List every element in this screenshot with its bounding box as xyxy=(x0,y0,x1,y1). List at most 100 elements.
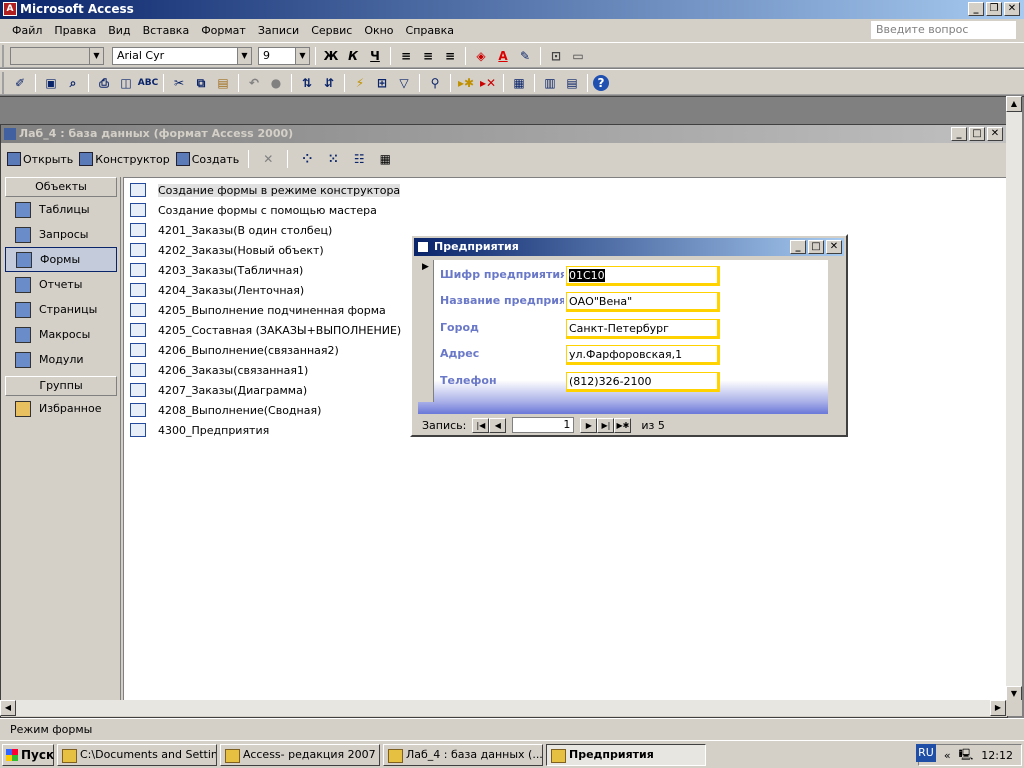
last-record-icon[interactable]: ▶| xyxy=(597,417,615,433)
bold-icon[interactable]: Ж xyxy=(321,46,341,66)
underline-icon[interactable]: Ч xyxy=(365,46,385,66)
object-queries[interactable]: Запросы xyxy=(5,222,120,247)
menu-edit[interactable]: Правка xyxy=(48,24,102,37)
close-icon[interactable]: ✕ xyxy=(1004,2,1020,16)
field-name-input[interactable]: ОАО"Вена" xyxy=(566,292,720,312)
ask-question-input[interactable]: Введите вопрос xyxy=(871,21,1016,39)
close-icon[interactable]: ✕ xyxy=(826,240,842,254)
record-number-input[interactable]: 1 xyxy=(512,417,575,433)
object-modules[interactable]: Модули xyxy=(5,347,120,372)
insert-object-icon[interactable]: ● xyxy=(266,73,286,93)
align-left-icon[interactable]: ≡ xyxy=(396,46,416,66)
scroll-up-icon[interactable]: ▲ xyxy=(1006,96,1022,112)
filter-by-selection-icon[interactable]: ⚡ xyxy=(350,73,370,93)
minimize-icon[interactable]: _ xyxy=(951,127,967,141)
menu-file[interactable]: Файл xyxy=(6,24,48,37)
save-icon[interactable]: ▣ xyxy=(41,73,61,93)
align-center-icon[interactable]: ≡ xyxy=(418,46,438,66)
list-view-icon[interactable]: ☷ xyxy=(349,149,369,169)
network-icon[interactable]: 🖳 xyxy=(959,746,974,765)
small-icons-icon[interactable]: ⁙ xyxy=(323,149,343,169)
field-code-input[interactable]: 01С10 xyxy=(566,266,720,286)
tray-expand-icon[interactable]: « xyxy=(944,749,951,762)
menu-window[interactable]: Окно xyxy=(358,24,399,37)
details-view-icon[interactable]: ▦ xyxy=(375,149,395,169)
cut-icon[interactable]: ✂ xyxy=(169,73,189,93)
task-form[interactable]: Предприятия xyxy=(546,743,706,766)
list-item[interactable]: Создание формы с помощью мастера xyxy=(124,200,1006,220)
object-pages[interactable]: Страницы xyxy=(5,297,120,322)
list-item[interactable]: Создание формы в режиме конструктора xyxy=(124,180,1006,200)
field-phone-input[interactable]: (812)326-2100 xyxy=(566,372,720,392)
large-icons-icon[interactable]: ⁘ xyxy=(297,149,317,169)
print-icon[interactable]: ⎙ xyxy=(94,73,114,93)
spelling-icon[interactable]: ABC xyxy=(138,73,158,93)
design-button[interactable]: Конструктор xyxy=(79,152,170,166)
border-icon[interactable]: ⊡ xyxy=(546,46,566,66)
menu-view[interactable]: Вид xyxy=(102,24,136,37)
groups-header[interactable]: Группы xyxy=(5,376,117,396)
new-record-nav-icon[interactable]: ▶✱ xyxy=(614,417,632,433)
object-macros[interactable]: Макросы xyxy=(5,322,120,347)
access-icon[interactable]: A xyxy=(3,2,17,16)
menu-tools[interactable]: Сервис xyxy=(305,24,358,37)
help-icon[interactable]: ? xyxy=(593,75,609,91)
font-combo[interactable]: Arial Cyr ▼ xyxy=(112,47,252,65)
prev-record-icon[interactable]: ◀ xyxy=(489,417,507,433)
group-favorites[interactable]: Избранное xyxy=(5,396,120,421)
vertical-scrollbar[interactable]: ▲ ▼ xyxy=(1006,96,1022,702)
maximize-icon[interactable]: □ xyxy=(969,127,985,141)
maximize-icon[interactable]: □ xyxy=(808,240,824,254)
objects-header[interactable]: Объекты xyxy=(5,177,117,197)
properties-icon[interactable]: ▦ xyxy=(509,73,529,93)
object-forms[interactable]: Формы xyxy=(5,247,117,272)
search-icon[interactable]: ⌕ xyxy=(63,73,83,93)
object-tables[interactable]: Таблицы xyxy=(5,197,120,222)
line-color-icon[interactable]: ✎ xyxy=(515,46,535,66)
start-button[interactable]: Пуск xyxy=(2,743,54,766)
italic-icon[interactable]: К xyxy=(343,46,363,66)
task-database[interactable]: Лаб_4 : база данных (... xyxy=(383,743,543,766)
horizontal-scrollbar[interactable]: ◀ ▶ xyxy=(0,700,1006,716)
print-preview-icon[interactable]: ◫ xyxy=(116,73,136,93)
create-button[interactable]: Создать xyxy=(175,152,239,166)
new-record-icon[interactable]: ▸✱ xyxy=(456,73,476,93)
font-color-icon[interactable]: A xyxy=(493,46,513,66)
object-combo[interactable]: ▼ xyxy=(10,47,104,65)
minimize-icon[interactable]: _ xyxy=(790,240,806,254)
sort-descending-icon[interactable]: ⇵ xyxy=(319,73,339,93)
field-address-input[interactable]: ул.Фарфоровская,1 xyxy=(566,345,720,365)
restore-icon[interactable]: ❐ xyxy=(986,2,1002,16)
task-word[interactable]: Access- редакция 2007 ... xyxy=(220,743,380,766)
first-record-icon[interactable]: |◀ xyxy=(472,417,490,433)
find-icon[interactable]: ⚲ xyxy=(425,73,445,93)
delete-icon[interactable]: ✕ xyxy=(258,149,278,169)
task-explorer[interactable]: C:\Documents and Settin... xyxy=(57,743,217,766)
minimize-icon[interactable]: _ xyxy=(968,2,984,16)
copy-icon[interactable]: ⧉ xyxy=(191,73,211,93)
open-button[interactable]: Открыть xyxy=(7,152,73,166)
scroll-right-icon[interactable]: ▶ xyxy=(990,700,1006,716)
database-window-icon[interactable]: ▥ xyxy=(540,73,560,93)
paste-icon[interactable]: ▤ xyxy=(213,73,233,93)
sort-ascending-icon[interactable]: ⇅ xyxy=(297,73,317,93)
menu-records[interactable]: Записи xyxy=(252,24,305,37)
design-view-icon[interactable]: ✐ xyxy=(10,73,30,93)
line-width-icon[interactable]: ▭ xyxy=(568,46,588,66)
delete-record-icon[interactable]: ▸✕ xyxy=(478,73,498,93)
new-object-icon[interactable]: ▤ xyxy=(562,73,582,93)
apply-filter-icon[interactable]: ▽ xyxy=(394,73,414,93)
object-reports[interactable]: Отчеты xyxy=(5,272,120,297)
next-record-icon[interactable]: ▶ xyxy=(580,417,598,433)
menu-help[interactable]: Справка xyxy=(400,24,460,37)
filter-by-form-icon[interactable]: ⊞ xyxy=(372,73,392,93)
font-size-combo[interactable]: 9 ▼ xyxy=(258,47,310,65)
menu-format[interactable]: Формат xyxy=(195,24,252,37)
fill-color-icon[interactable]: ◈ xyxy=(471,46,491,66)
field-city-input[interactable]: Санкт-Петербург xyxy=(566,319,720,339)
undo-icon[interactable]: ↶ xyxy=(244,73,264,93)
language-indicator[interactable]: RU xyxy=(916,744,936,762)
close-icon[interactable]: ✕ xyxy=(987,127,1003,141)
record-selector[interactable]: ▶ xyxy=(418,260,434,402)
align-right-icon[interactable]: ≡ xyxy=(440,46,460,66)
